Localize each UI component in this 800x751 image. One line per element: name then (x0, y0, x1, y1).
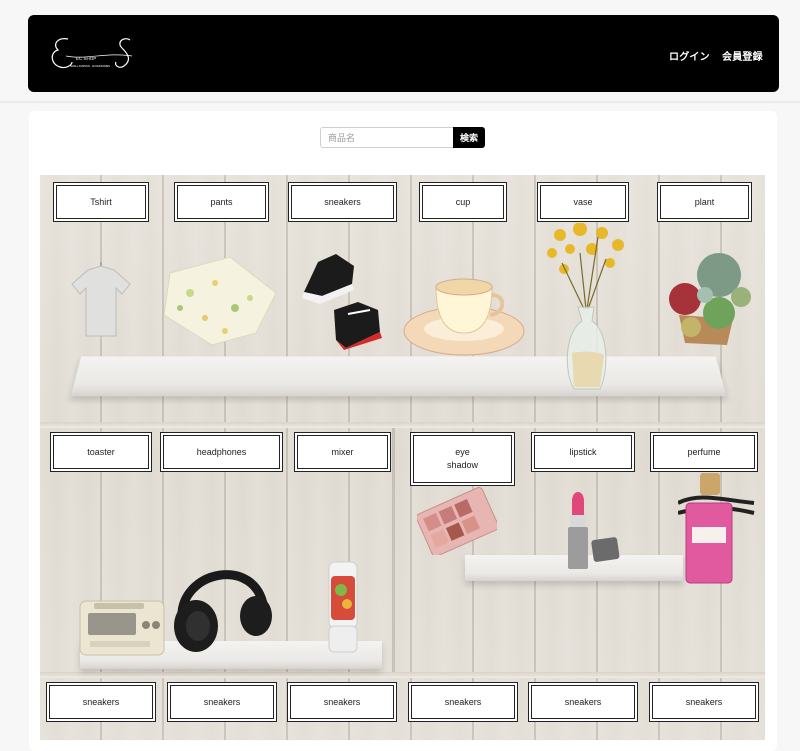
sneakers-image[interactable] (298, 250, 386, 350)
register-link[interactable]: 会員登録 (722, 48, 763, 63)
category-sneakers-button[interactable]: sneakers (288, 182, 397, 222)
svg-text:EC SHOP: EC SHOP (76, 56, 96, 61)
category-eyeshadow-button[interactable]: eye shadow (410, 432, 515, 486)
product-search-input[interactable] (320, 127, 453, 148)
category-perfume-button[interactable]: perfume (650, 432, 758, 472)
tshirt-image[interactable] (70, 260, 132, 340)
category-sneakers-button[interactable]: sneakers (408, 682, 518, 722)
perfume-image[interactable] (678, 473, 756, 585)
category-mixer-button[interactable]: mixer (294, 432, 391, 472)
category-sneakers-button[interactable]: sneakers (649, 682, 759, 722)
site-header (28, 15, 779, 92)
search-button[interactable]: 検索 (453, 127, 485, 148)
category-lipstick-button[interactable]: lipstick (531, 432, 635, 472)
category-sneakers-button[interactable]: sneakers (167, 682, 277, 722)
category-sneakers-button[interactable]: sneakers (46, 682, 156, 722)
headphones-image[interactable] (168, 560, 276, 655)
vase-image[interactable] (540, 223, 632, 398)
category-headphones-button[interactable]: headphones (160, 432, 283, 472)
svg-text:SMALL FASHION · ACCESSORIES: SMALL FASHION · ACCESSORIES (70, 65, 110, 68)
pants-image[interactable] (160, 253, 278, 348)
category-plant-button[interactable]: plant (657, 182, 752, 222)
shelf-divider (40, 672, 765, 678)
product-shelf-display: Tshirt pants sneakers cup vase plant toa… (40, 175, 765, 740)
category-pants-button[interactable]: pants (174, 182, 269, 222)
eyeshadow-image[interactable] (417, 487, 497, 555)
category-toaster-button[interactable]: toaster (50, 432, 152, 472)
category-sneakers-button[interactable]: sneakers (287, 682, 397, 722)
category-tshirt-button[interactable]: Tshirt (53, 182, 149, 222)
header-divider (0, 101, 800, 103)
shop-logo[interactable]: EC SHOP SMALL FASHION · ACCESSORIES (46, 34, 138, 74)
plant-image[interactable] (645, 235, 760, 365)
shelf-divider (40, 422, 765, 428)
cup-image[interactable] (402, 273, 530, 359)
mixer-image[interactable] (325, 560, 361, 655)
toaster-image[interactable] (76, 595, 168, 661)
wall-divider (392, 428, 395, 672)
category-sneakers-button[interactable]: sneakers (528, 682, 638, 722)
category-cup-button[interactable]: cup (419, 182, 507, 222)
lipstick-image[interactable] (562, 487, 622, 573)
category-vase-button[interactable]: vase (537, 182, 629, 222)
login-link[interactable]: ログイン (669, 48, 710, 63)
